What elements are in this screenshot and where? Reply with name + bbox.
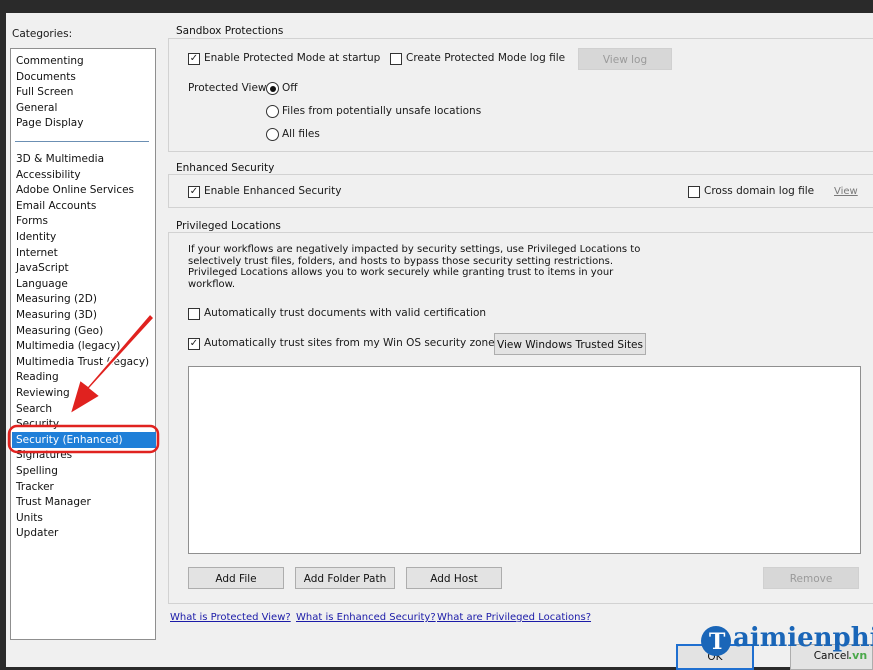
red-arrow-icon (68, 312, 156, 416)
red-highlight-ring (7, 424, 160, 454)
annotation-overlay (7, 312, 160, 454)
